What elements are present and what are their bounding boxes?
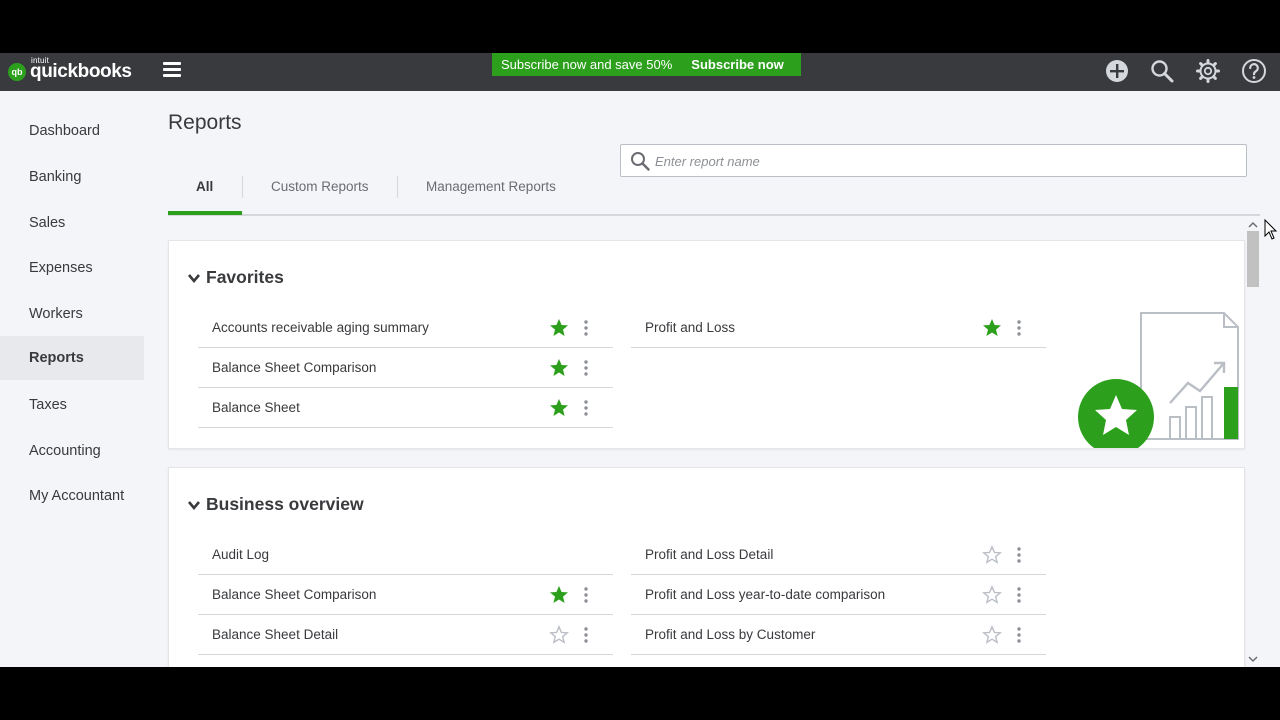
intuit-wordmark: intuit: [31, 56, 50, 65]
report-search-box[interactable]: [620, 144, 1247, 177]
more-options-icon[interactable]: [581, 625, 591, 645]
business-overview-card: Business overview Audit Log Balance Shee…: [168, 467, 1245, 667]
report-row: Balance Sheet: [198, 388, 613, 428]
search-icon[interactable]: [1149, 58, 1175, 84]
report-link[interactable]: Accounts receivable aging summary: [212, 320, 429, 335]
scroll-up-icon[interactable]: [1246, 219, 1260, 231]
active-tab-indicator: [168, 211, 242, 215]
star-filled-icon[interactable]: [982, 318, 1002, 338]
sidebar: Dashboard Banking Sales Expenses Workers…: [0, 91, 144, 667]
sidebar-item-reports[interactable]: Reports: [0, 336, 144, 380]
favorites-card: Favorites Accounts receivable aging summ…: [168, 240, 1245, 449]
app-window: qb intuit quickbooks Subscribe now and s…: [0, 53, 1280, 667]
tabs-baseline: [168, 214, 1260, 216]
more-options-icon[interactable]: [581, 358, 591, 378]
sidebar-item-workers[interactable]: Workers: [0, 292, 144, 336]
report-row: Audit Log: [198, 535, 613, 575]
tab-custom-reports[interactable]: Custom Reports: [271, 179, 369, 194]
report-row: Balance Sheet Comparison: [198, 348, 613, 388]
more-options-icon[interactable]: [581, 398, 591, 418]
scrollbar-thumb[interactable]: [1247, 231, 1259, 287]
star-filled-icon[interactable]: [549, 398, 569, 418]
sidebar-item-dashboard[interactable]: Dashboard: [0, 109, 144, 153]
sidebar-item-taxes[interactable]: Taxes: [0, 383, 144, 427]
quickbooks-logo[interactable]: qb intuit quickbooks: [8, 56, 132, 86]
report-row: [198, 655, 613, 667]
tab-management-reports[interactable]: Management Reports: [426, 179, 556, 194]
report-row: Profit and Loss Detail: [631, 535, 1046, 575]
report-link[interactable]: Profit and Loss Detail: [645, 547, 773, 562]
more-options-icon[interactable]: [581, 318, 591, 338]
chevron-down-icon: [188, 500, 200, 510]
report-link[interactable]: Balance Sheet Comparison: [212, 587, 376, 602]
tab-divider: [397, 176, 398, 198]
star-filled-icon[interactable]: [549, 358, 569, 378]
search-input[interactable]: [655, 151, 1235, 171]
gear-icon[interactable]: [1195, 58, 1221, 84]
sidebar-item-my-accountant[interactable]: My Accountant: [0, 474, 144, 518]
report-link[interactable]: Balance Sheet: [212, 400, 300, 415]
star-outline-icon[interactable]: [549, 625, 569, 645]
report-row: Accounts receivable aging summary: [198, 308, 613, 348]
promo-text: Subscribe now and save 50%: [501, 57, 673, 72]
report-row: Profit and Loss: [631, 308, 1046, 348]
hamburger-menu-icon[interactable]: [163, 62, 181, 78]
subscribe-promo-banner: Subscribe now and save 50% Subscribe now: [492, 53, 801, 76]
favorites-illustration: [1078, 312, 1239, 448]
report-row: [631, 655, 1046, 667]
more-options-icon[interactable]: [1014, 585, 1024, 605]
star-outline-icon[interactable]: [982, 625, 1002, 645]
report-row: Balance Sheet Comparison: [198, 575, 613, 615]
sidebar-item-expenses[interactable]: Expenses: [0, 246, 144, 290]
favorites-header[interactable]: Favorites: [187, 267, 284, 288]
sidebar-item-accounting[interactable]: Accounting: [0, 429, 144, 473]
more-options-icon[interactable]: [1014, 545, 1024, 565]
scroll-down-icon[interactable]: [1246, 653, 1260, 665]
qb-logo-mark: qb: [8, 63, 26, 81]
tab-all[interactable]: All: [196, 179, 213, 194]
mouse-cursor-icon: [1264, 219, 1278, 240]
chevron-down-icon: [188, 273, 200, 283]
report-link[interactable]: Profit and Loss by Customer: [645, 627, 815, 642]
business-overview-header[interactable]: Business overview: [187, 494, 364, 515]
more-options-icon[interactable]: [581, 585, 591, 605]
page-title: Reports: [168, 111, 242, 134]
section-title: Business overview: [206, 494, 364, 514]
star-filled-icon[interactable]: [549, 585, 569, 605]
star-filled-icon[interactable]: [549, 318, 569, 338]
report-row: Profit and Loss by Customer: [631, 615, 1046, 655]
plus-icon[interactable]: [1104, 58, 1130, 84]
star-outline-icon[interactable]: [982, 545, 1002, 565]
report-link[interactable]: Audit Log: [212, 547, 269, 562]
star-outline-icon[interactable]: [982, 585, 1002, 605]
section-title: Favorites: [206, 267, 284, 287]
report-link[interactable]: Profit and Loss: [645, 320, 735, 335]
tab-divider: [242, 176, 243, 198]
sidebar-item-sales[interactable]: Sales: [0, 201, 144, 245]
report-link[interactable]: Balance Sheet Detail: [212, 627, 338, 642]
top-navigation-bar: qb intuit quickbooks Subscribe now and s…: [0, 53, 1280, 91]
subscribe-now-button[interactable]: Subscribe now: [691, 57, 783, 72]
report-link[interactable]: Profit and Loss year-to-date comparison: [645, 587, 885, 602]
more-options-icon[interactable]: [1014, 318, 1024, 338]
more-options-icon[interactable]: [1014, 625, 1024, 645]
sidebar-item-banking[interactable]: Banking: [0, 155, 144, 199]
report-link[interactable]: Balance Sheet Comparison: [212, 360, 376, 375]
report-row: Balance Sheet Detail: [198, 615, 613, 655]
search-icon: [631, 152, 650, 171]
report-row: Profit and Loss year-to-date comparison: [631, 575, 1046, 615]
help-icon[interactable]: [1241, 58, 1267, 84]
